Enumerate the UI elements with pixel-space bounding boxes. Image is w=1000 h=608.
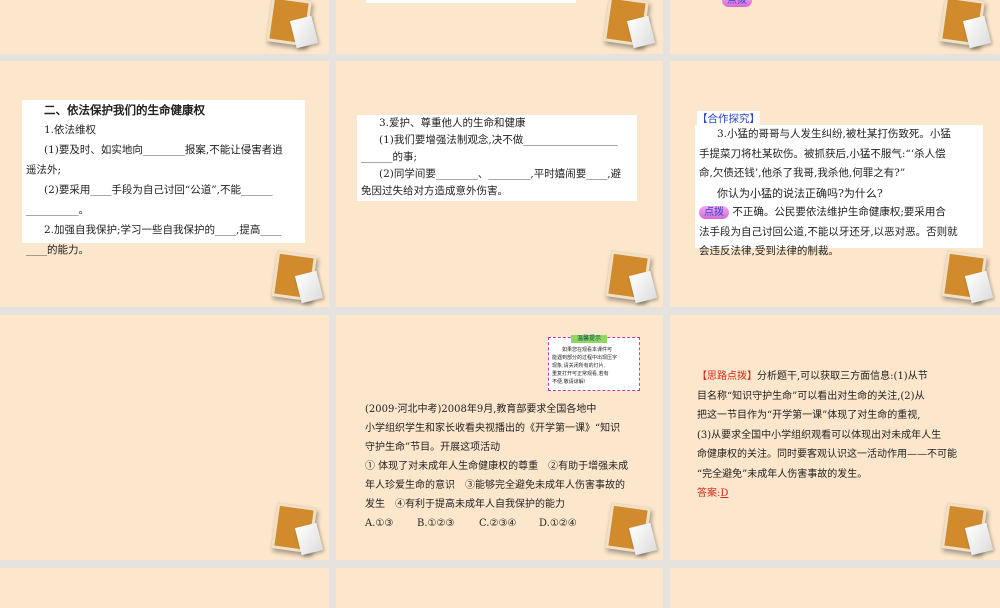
- slide-thumbnail-8[interactable]: 温馨提示 如果您在观看本课件可 能遇到部分的过程中出现压字 现象,请关闭所有的灯…: [336, 315, 663, 560]
- slide-thumbnail-4[interactable]: 二、依法保护我们的生命健康权 1.依法维权 (1)要及时、如实地向_______…: [0, 61, 329, 307]
- slide-thumbnail-12[interactable]: [670, 568, 1000, 608]
- text-line: (1)我们要增强法制观念,决不做__________________: [379, 134, 618, 146]
- slide-thumbnail-2[interactable]: [336, 0, 663, 54]
- text-line: 把这一节目作为“开学第一课”体现了对生命的重视,: [697, 410, 921, 421]
- question-text: (2009·河北中考)2008年9月,教育部要求全国各地中 小学组织学生和家长收…: [365, 400, 628, 533]
- content-box: 二、依法保护我们的生命健康权 1.依法维权 (1)要及时、如实地向_______…: [22, 100, 305, 256]
- tip-line: 能遇到部分的过程中出现压字: [552, 355, 618, 361]
- text-line: (2009·河北中考)2008年9月,教育部要求全国各地中: [365, 404, 597, 415]
- text-line: 命健康权的关注。同时要客观认识这一活动作用——不可能: [697, 449, 957, 460]
- text-line: “完全避免”未成年人伤害事故的发生。: [697, 468, 868, 480]
- answer-value: D: [720, 488, 729, 499]
- text-line: __________。: [26, 204, 89, 216]
- notebook-icon: [940, 250, 998, 307]
- answer-line: 不正确。公民要依法维护生命健康权;要采用合: [732, 206, 946, 218]
- text-line: (2)要采用____手段为自己讨回“公道”,不能______: [44, 184, 273, 196]
- option-b: B.①②③: [417, 518, 455, 529]
- text-line: ______的事;: [361, 151, 418, 163]
- slide-thumbnail-7[interactable]: [0, 315, 329, 560]
- slide-thumbnail-6[interactable]: 【合作探究】 3.小猛的哥哥与人发生纠纷,被杜某打伤致死。小猛 手提菜刀将杜某砍…: [670, 61, 1000, 307]
- slide-thumbnail-11[interactable]: [336, 568, 663, 608]
- option-c: C.②③④: [479, 518, 517, 529]
- text-line: 小学组织学生和家长收看央视播出的《开学第一课》“知识: [365, 423, 621, 434]
- notebook-icon: [938, 0, 996, 54]
- text-box-edge: [366, 0, 576, 3]
- notebook-icon: [270, 502, 328, 560]
- tip-line: 现象,请关闭所有的灯片,: [552, 363, 606, 369]
- text-line: 命,欠债还钱’,他杀了我哥,我杀他,何罪之有?”: [699, 167, 906, 179]
- tip-line: 如果您在观看本课件可: [562, 347, 613, 353]
- slide-thumbnail-3[interactable]: 点拨: [670, 0, 1000, 54]
- text-line: 分析题干,可以获取三方面信息:(1)从节: [757, 371, 928, 382]
- text-line: 1.依法维权: [44, 124, 97, 136]
- text-line: 手提菜刀将杜某砍伤。被抓获后,小猛不服气:“‘杀人偿: [699, 147, 946, 160]
- section-title: 二、依法保护我们的生命健康权: [44, 103, 205, 117]
- text-line: (2)同学间要________、________,平时嬉闹要____,避: [379, 168, 622, 180]
- slide-thumbnail-5[interactable]: 3.爱护、尊重他人的生命和健康 (1)我们要增强法制观念,决不做________…: [336, 61, 663, 307]
- text-line: 目名称“知识守护生命”可以看出对生命的关注,(2)从: [697, 390, 925, 402]
- analysis-header: 【思路点拨】: [697, 371, 757, 382]
- text-line: (1)要及时、如实地向________报案,不能让侵害者逍: [44, 144, 283, 156]
- notebook-icon: [265, 0, 323, 54]
- notebook-icon: [602, 0, 660, 54]
- text-line: 年人珍爱生命的意识 ③能够完全避免未成年人伤害事故的: [365, 480, 625, 491]
- text-line: 发生 ④有利于提高未成年人自我保护的能力: [365, 499, 565, 510]
- text-line: 2.加强自我保护;学习一些自我保护的____,提高____: [44, 224, 282, 236]
- text-line: (3)从要求全国中小学组织观看可以体现出对未成年人生: [697, 429, 942, 441]
- text-line: 3.小猛的哥哥与人发生纠纷,被杜某打伤致死。小猛: [717, 128, 951, 140]
- text-line: ____的能力。: [26, 244, 89, 256]
- slide-thumbnail-1[interactable]: [0, 0, 329, 54]
- text-line: 遥法外;: [26, 164, 62, 176]
- analysis-text: 【思路点拨】分析题干,可以获取三方面信息:(1)从节 目名称“知识守护生命”可以…: [697, 367, 957, 504]
- tip-line: 重复打开可正常观看,若有: [552, 371, 609, 377]
- answer-line: 法手段为自己讨回公道,不能以牙还牙,以恶对恶。否则就: [699, 225, 958, 238]
- notebook-icon: [270, 250, 328, 307]
- answer-line: 会违反法律,受到法律的制裁。: [699, 245, 839, 257]
- slide-thumbnail-9[interactable]: 【思路点拨】分析题干,可以获取三方面信息:(1)从节 目名称“知识守护生命”可以…: [670, 315, 1000, 560]
- content-box: 3.小猛的哥哥与人发生纠纷,被杜某打伤致死。小猛 手提菜刀将杜某砍伤。被抓获后,…: [695, 125, 983, 257]
- notebook-icon: [604, 250, 662, 307]
- option-d: D.①②④: [539, 518, 577, 529]
- question-line: 你认为小猛的说法正确吗?为什么?: [717, 186, 883, 200]
- notebook-icon: [604, 502, 662, 560]
- tip-title: 温馨提示: [571, 335, 608, 343]
- answer-label: 答案:: [697, 488, 721, 499]
- hint-badge: 点拨: [699, 206, 729, 219]
- tip-line: 不便,敬请谅解!: [552, 379, 586, 385]
- notebook-icon: [940, 502, 998, 560]
- text-line: 守护生命”节目。开展这项活动: [365, 442, 501, 453]
- warm-tip-box: 温馨提示 如果您在观看本课件可 能遇到部分的过程中出现压字 现象,请关闭所有的灯…: [548, 335, 640, 391]
- hint-badge: 点拨: [722, 0, 752, 7]
- text-line: ① 体现了对未成年人生命健康权的尊重 ②有助于增强未成: [365, 461, 629, 472]
- option-a: A.①③: [365, 518, 394, 529]
- section-header: 【合作探究】: [697, 111, 760, 126]
- text-line: 3.爱护、尊重他人的生命和健康: [379, 117, 526, 129]
- slide-thumbnail-10[interactable]: [0, 568, 329, 608]
- text-line: 免因过失给对方造成意外伤害。: [361, 185, 508, 197]
- content-box: 3.爱护、尊重他人的生命和健康 (1)我们要增强法制观念,决不做________…: [357, 115, 637, 201]
